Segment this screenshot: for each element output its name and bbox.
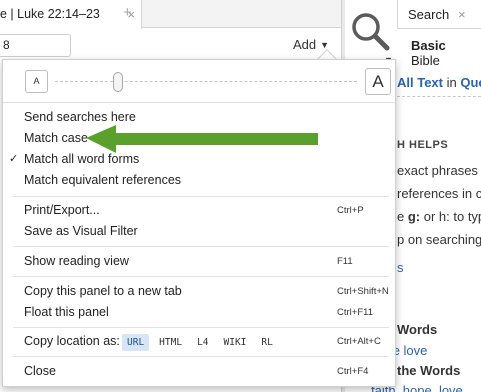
help-text: exact phrases i (397, 163, 481, 178)
zoom-slider-track[interactable] (55, 81, 357, 82)
menu-item-reading-view[interactable]: Show reading view F11 (3, 251, 395, 272)
menu-item-match-equivalent-refs[interactable]: Match equivalent references (3, 170, 395, 191)
menu-item-label: Close (24, 364, 56, 378)
tab-title: e | Luke 22:14–23 (0, 7, 100, 21)
new-tab-icon[interactable]: + (123, 4, 132, 21)
menu-item-copy-panel[interactable]: Copy this panel to a new tab Ctrl+Shift+… (3, 281, 395, 302)
help-line: e g: or h: to type (397, 209, 481, 224)
help-bold: g: (407, 209, 421, 224)
menu-item-visual-filter[interactable]: Save as Visual Filter (3, 221, 395, 242)
reference-input[interactable]: 8 (0, 34, 71, 57)
menu-item-float-panel[interactable]: Float this panel Ctrl+F11 (3, 302, 395, 323)
search-mode-tabs: Basic Bible (411, 38, 481, 68)
zoom-slider-thumb[interactable] (113, 72, 124, 92)
help-text: references in co (397, 186, 481, 201)
add-button[interactable]: Add ▼ (293, 37, 329, 52)
menu-separator (13, 246, 389, 247)
menu-item-label: Print/Export... (24, 203, 100, 217)
format-rl-button[interactable]: RL (256, 334, 277, 351)
menu-item-shortcut: Ctrl+F11 (337, 307, 373, 318)
menu-item-shortcut: Ctrl+F4 (337, 366, 369, 377)
menu-item-shortcut: F11 (337, 256, 353, 267)
scope-in: in (446, 75, 457, 90)
format-html-button[interactable]: HTML (154, 334, 187, 351)
help-link[interactable]: s (397, 260, 404, 275)
tab-bible[interactable]: Bible (411, 53, 440, 68)
menu-item-shortcut: Ctrl+Alt+C (337, 336, 381, 347)
menu-separator (13, 276, 389, 277)
help-title: H HELPS (397, 139, 449, 151)
menu-item-label: Match case (24, 131, 88, 145)
menu-item-print-export[interactable]: Print/Export... Ctrl+P (3, 200, 395, 221)
menu-separator (13, 327, 389, 328)
help-text: p on searching: (397, 232, 481, 247)
menu-item-label: Show reading view (24, 254, 129, 268)
menu-item-label: Save as Visual Filter (24, 224, 138, 238)
menu-item-label: Copy this panel to a new tab (24, 284, 182, 298)
chevron-down-icon: ▼ (320, 40, 330, 50)
close-icon[interactable]: × (458, 7, 466, 22)
search-icon[interactable] (349, 10, 391, 58)
panel-menu: A A Send searches here Match case ✓ Matc… (2, 59, 396, 387)
help-text: or h: to type (423, 209, 481, 224)
annotation-arrow (86, 125, 318, 153)
format-wiki-button[interactable]: WIKI (219, 334, 252, 351)
menu-item-label: Match equivalent references (24, 173, 182, 187)
help-line: p on searching: V (397, 232, 481, 247)
search-tab-label: Search (408, 7, 450, 22)
words-heading: Words (397, 322, 438, 337)
tab-basic[interactable]: Basic (411, 38, 446, 53)
scope-all-text[interactable]: All Text (397, 75, 443, 90)
menu-item-label: Copy location as: (24, 334, 120, 348)
menu-item-copy-location: Copy location as: URL HTML L4 WIKI RL Ctrl+A… (3, 331, 395, 352)
words-heading: the Words (397, 363, 461, 378)
help-line: exact phrases i (397, 163, 481, 178)
copy-format-options: URL HTML L4 WIKI RL (122, 331, 283, 352)
search-tab[interactable]: Search × (397, 0, 481, 29)
menu-separator (13, 196, 389, 197)
text-smaller-button[interactable]: A (25, 70, 48, 93)
menu-item-label: Float this panel (24, 305, 109, 319)
format-url-button[interactable]: URL (122, 334, 150, 351)
search-scope[interactable]: All Text in Quot (397, 75, 481, 90)
check-icon: ✓ (9, 153, 19, 165)
zoom-row: A A (3, 60, 395, 103)
menu-separator (13, 356, 389, 357)
tab-luke-passage[interactable]: e | Luke 22:14–23 × (0, 0, 142, 29)
add-label: Add (293, 37, 317, 52)
menu-item-shortcut: Ctrl+Shift+N (337, 286, 389, 297)
menu-item-close[interactable]: Close Ctrl+F4 (3, 361, 395, 382)
format-l4-button[interactable]: L4 (192, 334, 213, 351)
scope-quote[interactable]: Quot (460, 75, 481, 90)
help-line: references in co (397, 186, 481, 201)
search-separator (397, 96, 481, 97)
menu-item-shortcut: Ctrl+P (337, 205, 364, 216)
text-larger-button[interactable]: A (365, 68, 391, 95)
help-text: e (397, 209, 408, 224)
